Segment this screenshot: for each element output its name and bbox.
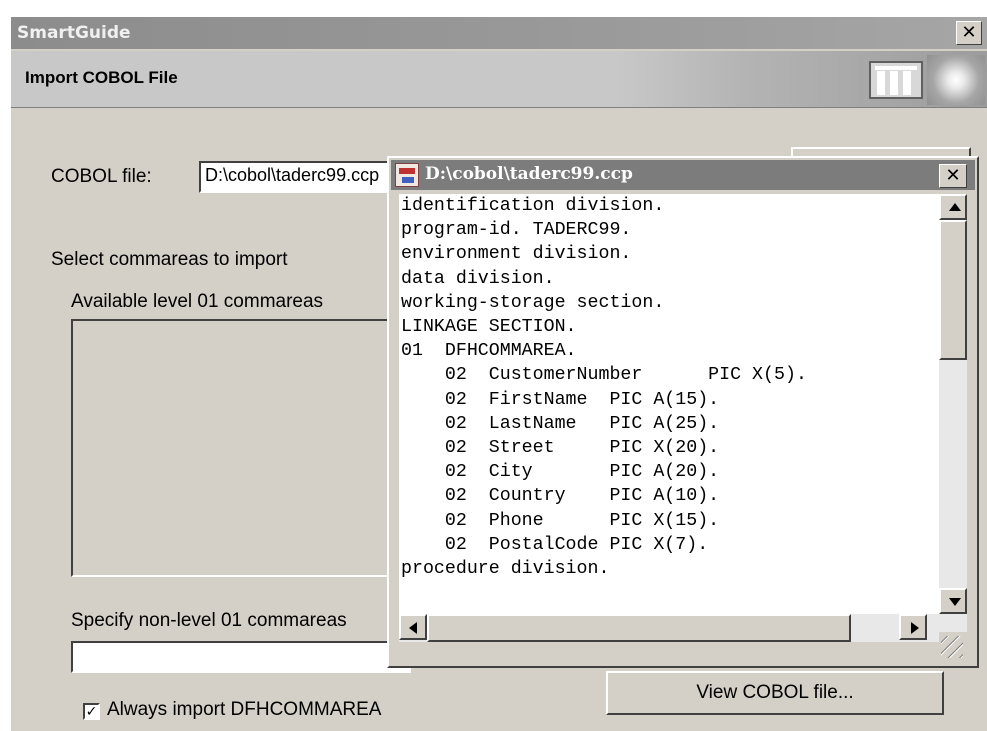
code-line: 02 City PIC A(20). [401, 462, 720, 483]
arrow-right-icon [911, 622, 919, 634]
cobol-file-label: COBOL file: [51, 166, 152, 187]
specify-commareas-input[interactable] [71, 641, 411, 673]
arrow-down-icon [949, 598, 961, 606]
vertical-scrollbar[interactable] [939, 194, 967, 632]
code-line: environment division. [401, 244, 632, 265]
code-line: 02 FirstName PIC A(15). [401, 389, 720, 410]
scroll-up-button[interactable] [939, 194, 967, 220]
code-line: 02 Phone PIC X(15). [401, 510, 720, 531]
smartguide-logo-icon [869, 61, 923, 99]
scroll-down-button[interactable] [939, 588, 967, 614]
always-import-checkbox[interactable]: ✓ [83, 703, 100, 720]
code-line: working-storage section. [401, 292, 665, 313]
resize-grip-icon[interactable] [941, 636, 963, 658]
code-line: 01 DFHCOMMAREA. [401, 341, 577, 362]
checkmark-icon: ✓ [85, 703, 98, 719]
window-title: SmartGuide [17, 23, 131, 43]
horizontal-scroll-thumb[interactable] [427, 614, 851, 642]
arrow-left-icon [409, 622, 417, 634]
select-commareas-label: Select commareas to import [51, 249, 288, 270]
available-commareas-label: Available level 01 commareas [71, 291, 324, 312]
always-import-label: Always import DFHCOMMAREA [107, 699, 382, 720]
arrow-up-icon [949, 203, 961, 211]
cobol-viewer-window: D:\cobol\taderc99.ccp ✕ identification d… [387, 156, 979, 668]
code-line: 02 CustomerNumber PIC X(5). [401, 365, 807, 386]
wizard-header: Import COBOL File [11, 51, 987, 108]
viewer-close-button[interactable]: ✕ [939, 164, 967, 188]
cobol-source-text[interactable]: identification division. program-id. TAD… [399, 194, 939, 614]
cobol-file-value: D:\cobol\taderc99.ccp [205, 165, 380, 185]
vertical-scroll-thumb[interactable] [939, 220, 967, 360]
close-icon: ✕ [961, 22, 977, 43]
specify-commareas-label: Specify non-level 01 commareas [71, 610, 347, 631]
header-decoration [927, 55, 985, 105]
code-line: procedure division. [401, 559, 610, 580]
page-title: Import COBOL File [25, 68, 178, 87]
view-cobol-file-button[interactable]: View COBOL file... [606, 671, 944, 715]
scroll-left-button[interactable] [399, 614, 427, 640]
horizontal-scrollbar[interactable] [399, 614, 939, 642]
available-commareas-list[interactable] [71, 319, 411, 577]
viewer-titlebar[interactable]: D:\cobol\taderc99.ccp ✕ [391, 160, 975, 190]
code-line: identification division. [401, 196, 665, 216]
code-line: data division. [401, 268, 555, 289]
viewer-title: D:\cobol\taderc99.ccp [425, 164, 633, 184]
code-line: 02 Country PIC A(10). [401, 486, 720, 507]
code-line: 02 PostalCode PIC X(7). [401, 534, 709, 555]
code-line: 02 LastName PIC A(25). [401, 413, 720, 434]
window-titlebar[interactable]: SmartGuide ✕ [11, 17, 987, 49]
window-close-button[interactable]: ✕ [956, 21, 982, 45]
code-line: 02 Street PIC X(20). [401, 438, 720, 459]
ccp-file-icon [395, 163, 419, 187]
close-icon: ✕ [945, 165, 961, 186]
code-line: LINKAGE SECTION. [401, 317, 577, 338]
code-line: program-id. TADERC99. [401, 220, 632, 241]
scroll-right-button[interactable] [899, 614, 927, 640]
